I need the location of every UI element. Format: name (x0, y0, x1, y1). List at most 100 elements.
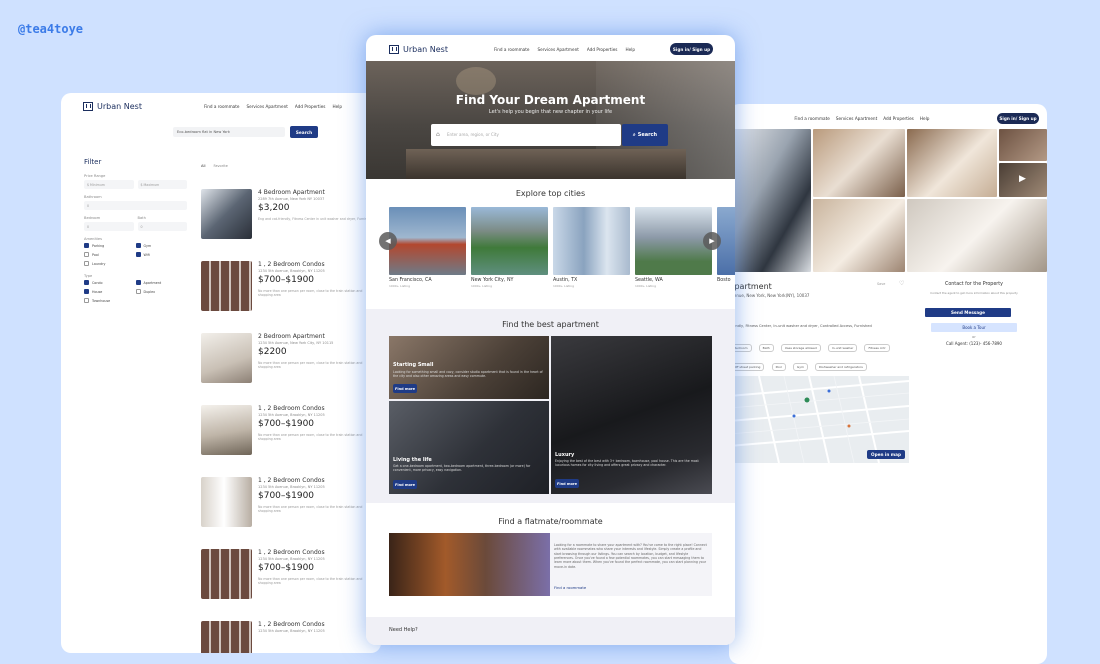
price-max-input[interactable]: $ Maximum (137, 180, 187, 189)
type-option-label: Townhouse (92, 298, 111, 303)
checkbox-checked-icon (84, 280, 89, 285)
find-more-button[interactable]: Find more (393, 384, 417, 393)
checkbox-checked-icon (135, 243, 141, 248)
listing-price: $3,200 (258, 203, 290, 213)
listing-photo (201, 621, 252, 653)
listing-photo (201, 261, 252, 311)
left-logo[interactable]: Urban Nest (83, 102, 142, 111)
tile-living-the-life[interactable]: Living the life Get a one-bedroom apartm… (389, 401, 549, 494)
nav-find-roommate[interactable]: Find a roommate (794, 116, 830, 121)
nav-find-roommate[interactable]: Find a roommate (494, 47, 530, 52)
price-min-input[interactable]: $ Minimum (84, 180, 134, 189)
amenity-laundry[interactable]: Laundry (84, 259, 136, 268)
heart-icon[interactable]: ♡ (899, 280, 904, 287)
amenity-label: Gym (143, 243, 152, 248)
find-more-button[interactable]: Find more (393, 480, 417, 489)
home-logo[interactable]: Urban Nest (389, 44, 448, 54)
listing-title: 1 , 2 Bedroom Condos (258, 549, 325, 556)
amenity-parking[interactable]: Parking (84, 241, 136, 250)
nav-services[interactable]: Services Apartment (836, 116, 877, 121)
listing-title: 4 Bedroom Apartment (258, 189, 325, 196)
carousel-prev-icon[interactable]: ◀ (379, 232, 397, 250)
hero-furniture (406, 149, 686, 179)
city-photo (635, 207, 712, 275)
checkbox-icon (84, 298, 89, 303)
nav-add-properties[interactable]: Add Properties (295, 104, 326, 109)
tile-starting-small[interactable]: Starting Small Looking for something sma… (389, 336, 549, 399)
city-card-seattle[interactable]: Seattle, WA 1000+ Listing (635, 207, 712, 288)
property-title: Apartment (729, 282, 772, 291)
listing-price: $700–$1900 (258, 419, 315, 429)
book-tour-button[interactable]: Book a Tour (931, 323, 1017, 332)
find-more-button[interactable]: Find more (555, 479, 579, 488)
type-house[interactable]: House (84, 287, 136, 296)
type-townhouse[interactable]: Townhouse (84, 296, 136, 305)
signin-button[interactable]: Sign in/ Sign up (670, 43, 713, 55)
left-search-input[interactable]: Eco-bedroom flat in New York (173, 127, 285, 137)
listing-description: No more than one person per room, close … (258, 289, 363, 298)
call-agent[interactable]: Call Agent: (123)- 456-7890 (925, 341, 1023, 346)
listing-card[interactable]: 1 , 2 Bedroom Condos 1234 5th Avenue, Bro… (201, 261, 376, 313)
nav-add-properties[interactable]: Add Properties (883, 116, 914, 121)
city-card-sf[interactable]: San Francisco, CA 1000+ Listing (389, 207, 466, 288)
type-condo[interactable]: Condo (84, 278, 136, 287)
listing-card[interactable]: 2 Bedroom Apartment 1234 5th Avenue, New … (201, 333, 376, 385)
property-video-thumb[interactable]: ▶ (999, 163, 1047, 197)
listing-price: $700–$1900 (258, 563, 315, 573)
nav-add-properties[interactable]: Add Properties (587, 47, 618, 52)
type-apartment[interactable]: Apartment (135, 278, 188, 287)
nav-services[interactable]: Services Apartment (537, 47, 578, 52)
city-card-austin[interactable]: Austin, TX 1000+ Listing (553, 207, 630, 288)
city-card-nyc[interactable]: New York City, NY 1000+ Listing (471, 207, 548, 288)
hero-lamp (456, 67, 496, 95)
bath-label: Bath (137, 216, 146, 220)
listing-description: No more than one person per room, close … (258, 433, 363, 442)
listing-card[interactable]: 4 Bedroom Apartment 2289 7th Avenue, New … (201, 189, 376, 241)
left-search-button[interactable]: Search (290, 126, 318, 138)
listing-card[interactable]: 1 , 2 Bedroom Condos 1234 5th Avenue, Bro… (201, 549, 376, 601)
property-photo[interactable] (907, 129, 997, 197)
save-label[interactable]: Save (877, 282, 885, 286)
property-map[interactable]: Open in map (729, 376, 909, 463)
listing-address: 1234 5th Avenue, Brooklyn, NY 11205 (258, 269, 325, 273)
carousel-next-icon[interactable]: ▶ (703, 232, 721, 250)
amenity-gym[interactable]: Gym (135, 241, 188, 250)
send-message-button[interactable]: Send Message (925, 308, 1011, 317)
find-roommate-link[interactable]: Find a roommate (554, 585, 586, 590)
property-photo[interactable] (999, 129, 1047, 161)
tile-title: Luxury (555, 452, 575, 458)
amenity-wifi[interactable]: Wifi (135, 250, 188, 259)
bedroom-select[interactable]: 0 (84, 222, 134, 231)
listing-card[interactable]: 1 , 2 Bedroom Condos 1234 5th Avenue, Bro… (201, 621, 376, 653)
signin-button[interactable]: Sign in/ Sign up (997, 113, 1039, 124)
bath-select[interactable]: 0 (137, 222, 187, 231)
city-name: Bosto (717, 278, 731, 283)
hero-search-input[interactable]: Enter area, region, or City (431, 124, 621, 146)
city-name: Seattle, WA (635, 278, 663, 283)
nav-help[interactable]: Help (625, 47, 635, 52)
property-photo[interactable] (813, 199, 905, 272)
listing-card[interactable]: 1 , 2 Bedroom Condos 1234 5th Avenue, Bro… (201, 477, 376, 529)
property-photo[interactable] (907, 199, 1047, 272)
type-option-label: House (92, 289, 103, 294)
open-in-map-button[interactable]: Open in map (867, 450, 905, 459)
tile-luxury[interactable]: Luxury Enjoying the best of the best wit… (551, 336, 712, 494)
amenity-pool[interactable]: Pool (84, 250, 136, 259)
building-icon (389, 44, 399, 54)
property-photo-main[interactable] (729, 129, 811, 272)
bathroom-select[interactable]: 0 (84, 201, 187, 210)
tab-all[interactable]: All (201, 164, 205, 168)
nav-services[interactable]: Services Apartment (246, 104, 287, 109)
nav-help[interactable]: Help (920, 116, 930, 121)
property-photo[interactable] (813, 129, 905, 197)
listing-card[interactable]: 1 , 2 Bedroom Condos 1234 5th Avenue, Bro… (201, 405, 376, 457)
checkbox-icon (135, 289, 141, 294)
nav-help[interactable]: Help (332, 104, 342, 109)
amenity-label: Laundry (92, 261, 106, 266)
nav-find-roommate[interactable]: Find a roommate (204, 104, 240, 109)
type-duplex[interactable]: Duplex (135, 287, 188, 296)
listing-address: 2289 7th Avenue, New York NY 10037 (258, 197, 325, 201)
listing-price: $700–$1900 (258, 491, 315, 501)
hero-search-button[interactable]: ⌕ Search (622, 124, 668, 146)
tab-favorite[interactable]: Favorite (213, 164, 227, 168)
